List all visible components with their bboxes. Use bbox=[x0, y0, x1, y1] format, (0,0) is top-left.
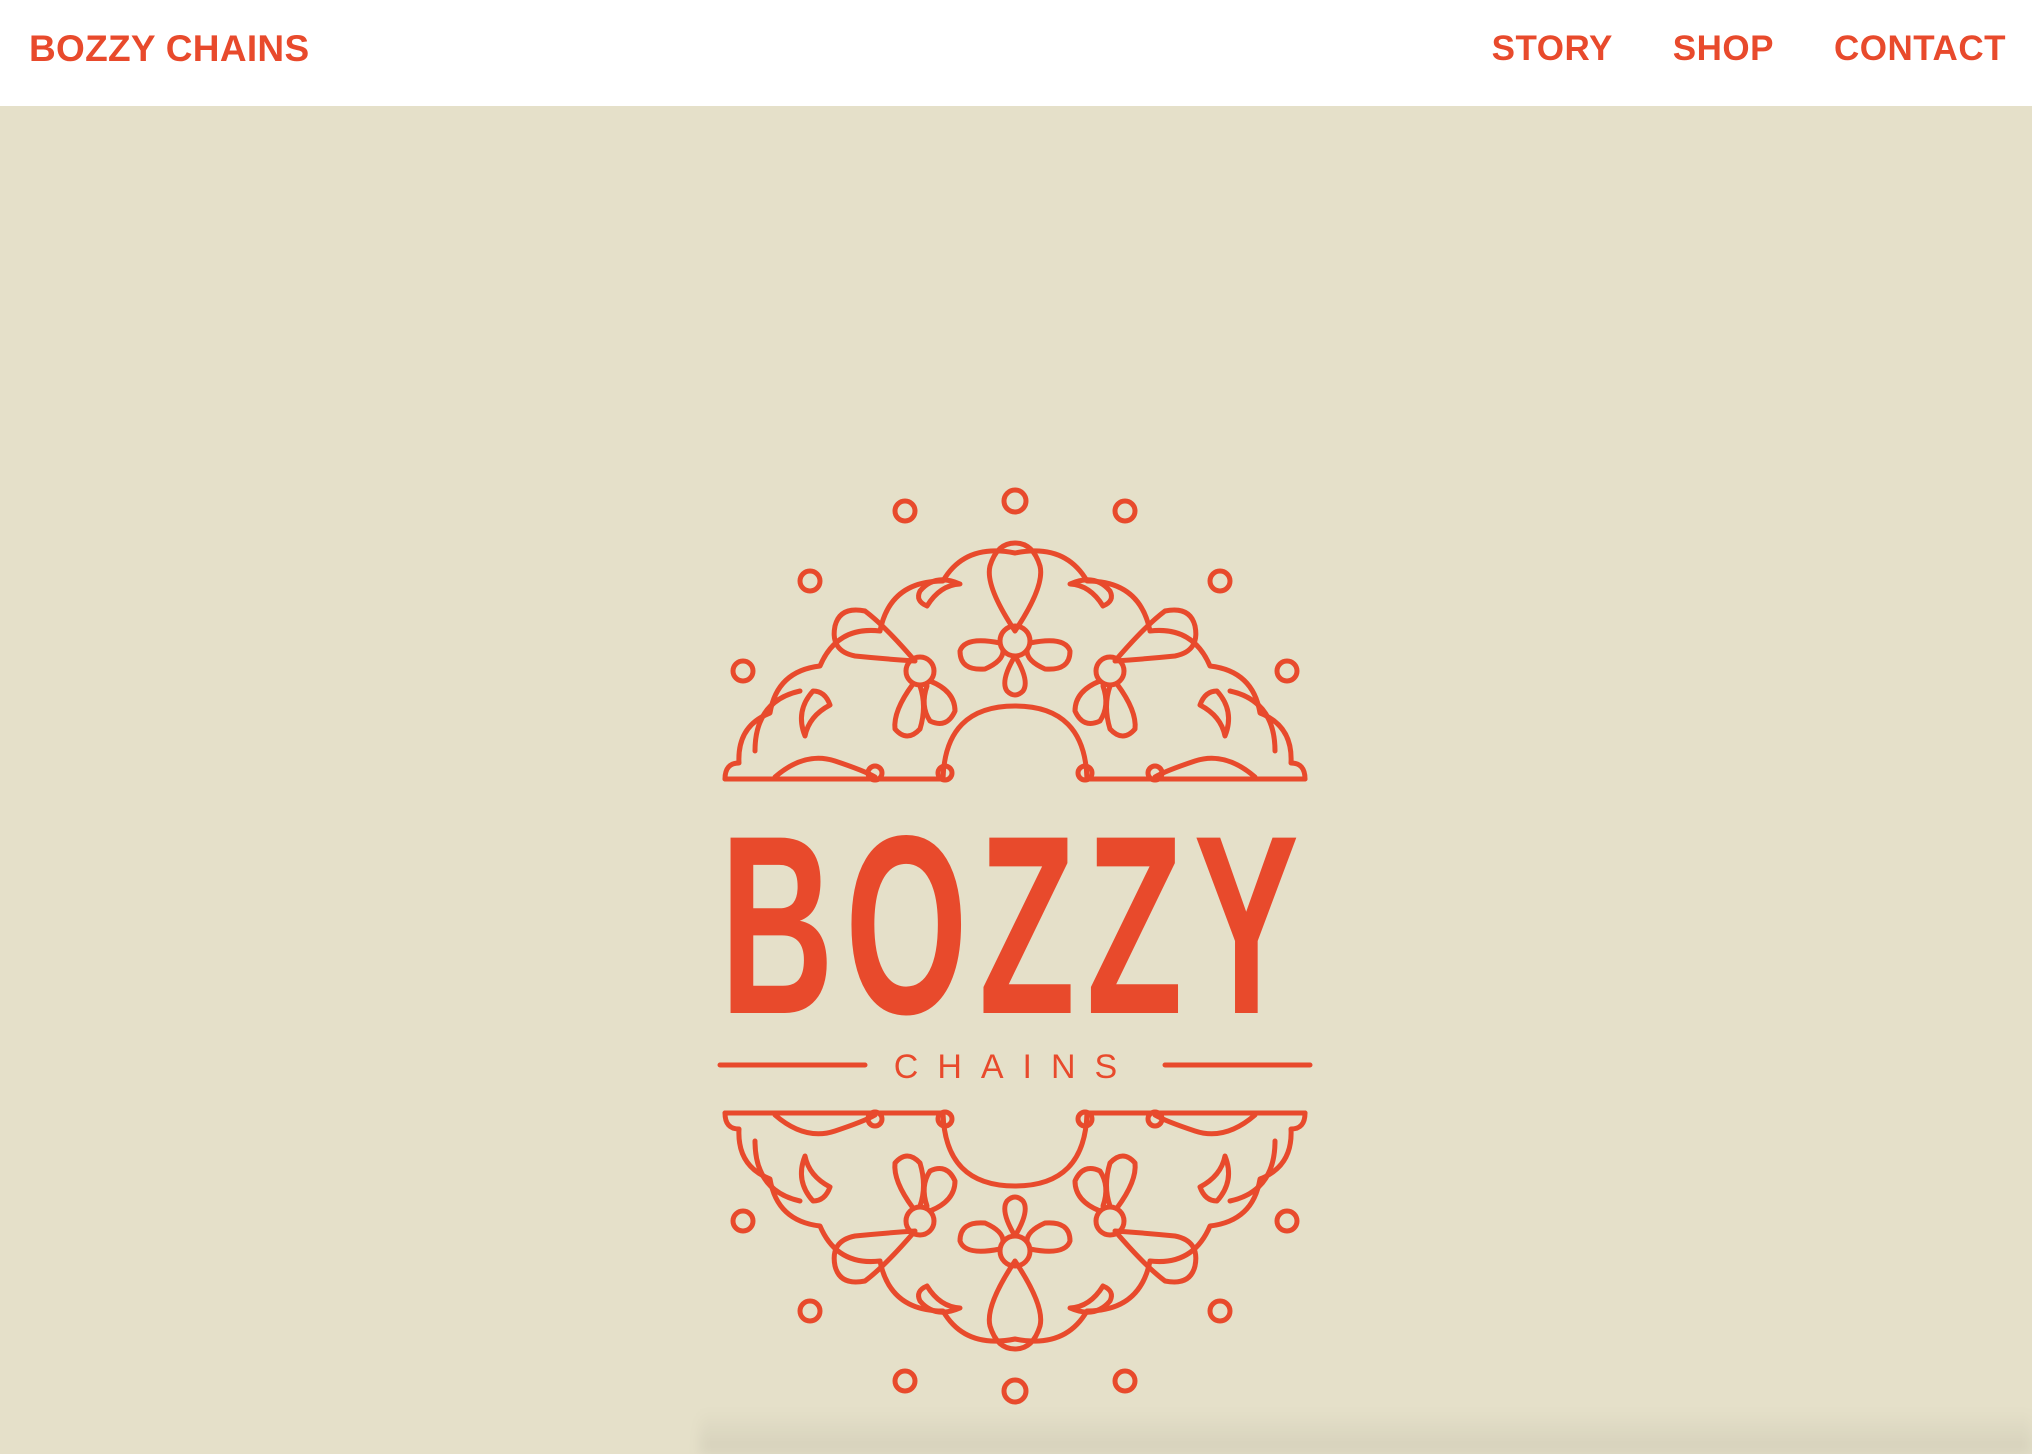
hero-section: BOZZY CHAINS bbox=[0, 106, 2032, 1454]
site-header: BOZZY CHAINS STORY SHOP CONTACT bbox=[0, 0, 2032, 106]
nav-contact[interactable]: CONTACT bbox=[1834, 27, 2006, 71]
ornament-bottom-icon bbox=[725, 1112, 1305, 1402]
hero-bottom-shadow bbox=[700, 1410, 2032, 1454]
nav-shop[interactable]: SHOP bbox=[1673, 27, 1774, 71]
nav-story[interactable]: STORY bbox=[1492, 27, 1613, 71]
bozzy-chains-logo: BOZZY CHAINS bbox=[715, 481, 1315, 1411]
logo-wordmark: BOZZY bbox=[720, 783, 1310, 1068]
ornament-top-icon bbox=[725, 490, 1305, 780]
logo-subtitle: CHAINS bbox=[894, 1048, 1136, 1086]
brand-link[interactable]: BOZZY CHAINS bbox=[29, 27, 309, 71]
main-nav: STORY SHOP CONTACT bbox=[1492, 27, 2006, 71]
